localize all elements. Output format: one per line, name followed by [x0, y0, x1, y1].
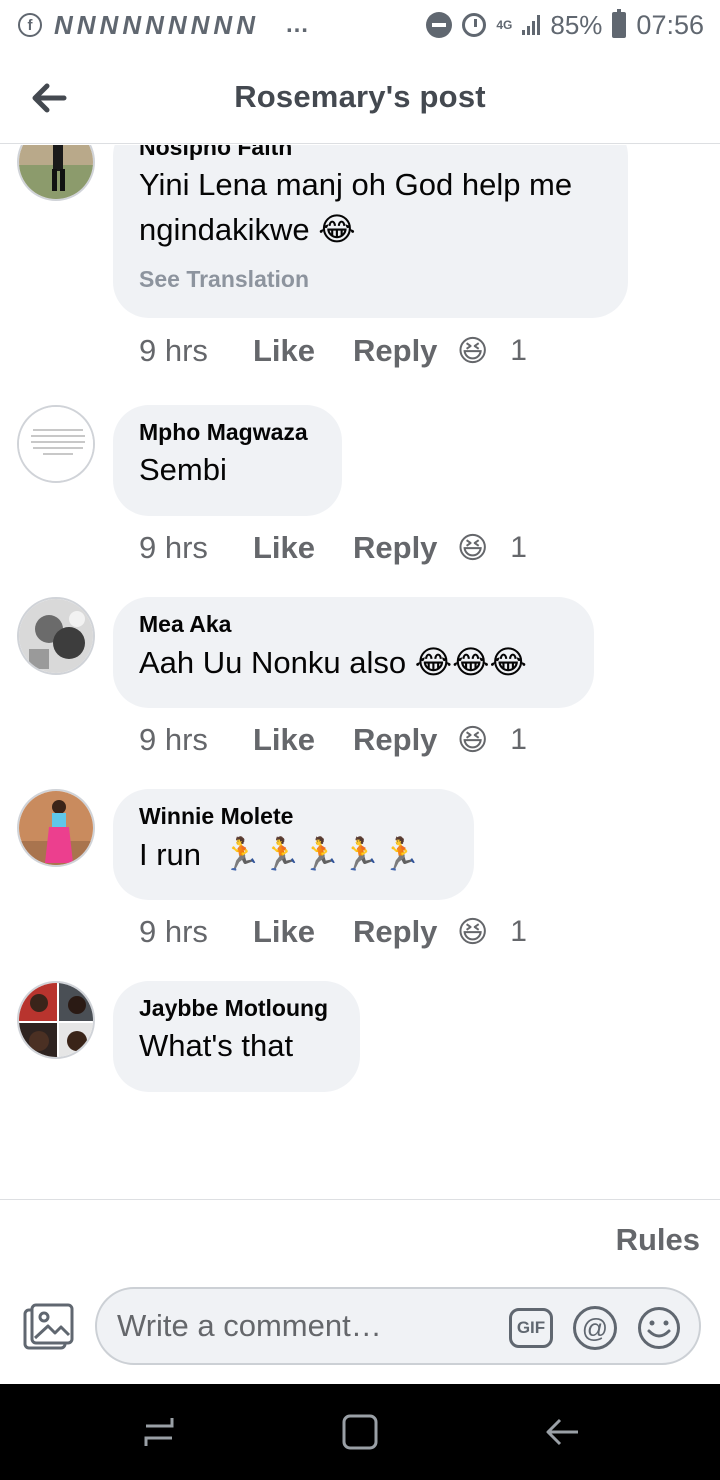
- back-icon: [546, 1418, 578, 1446]
- comment-time: 9 hrs: [139, 914, 208, 949]
- photo-icon: [23, 1303, 74, 1350]
- reply-button[interactable]: Reply: [353, 333, 457, 369]
- comment-actions: 9 hrs Like Reply 😆 1: [139, 722, 527, 758]
- facebook-notification-icon: f: [18, 13, 42, 37]
- arrow-left-icon: [32, 83, 67, 113]
- reply-button[interactable]: Reply: [353, 530, 457, 566]
- comment-text-body: Aah Uu Nonku also: [139, 645, 407, 680]
- haha-reaction-icon[interactable]: 😆: [457, 723, 488, 758]
- comment-time: 9 hrs: [139, 722, 208, 757]
- comment-input[interactable]: [117, 1308, 507, 1344]
- comment-text: What's that: [139, 1028, 294, 1063]
- status-bar: f NNNNNNNNN … 4G 85% 07:56: [0, 0, 720, 50]
- home-icon: [342, 1414, 378, 1450]
- reaction-count[interactable]: 1: [510, 723, 527, 757]
- comment-bubble[interactable]: Mea Aka Aah Uu Nonku also 😂😂😂: [113, 597, 594, 708]
- reply-button[interactable]: Reply: [353, 722, 457, 758]
- home-button[interactable]: [340, 1412, 380, 1452]
- reply-button[interactable]: Reply: [353, 914, 457, 950]
- comment-bubble[interactable]: Jaybbe Motloung What's that: [113, 981, 360, 1092]
- do-not-disturb-icon: [426, 12, 453, 38]
- avatar[interactable]: [17, 597, 95, 675]
- status-bar-system: 4G 85% 07:56: [426, 9, 704, 41]
- comment-actions: 9 hrs Like Reply 😆 1: [139, 333, 527, 369]
- back-nav-button[interactable]: [542, 1412, 582, 1452]
- avatar[interactable]: [17, 145, 95, 201]
- reaction-count[interactable]: 1: [510, 334, 527, 368]
- like-button[interactable]: Like: [253, 530, 353, 566]
- system-navigation-bar: [0, 1384, 720, 1480]
- comment-bubble[interactable]: Winnie Molete I run 🏃🏃🏃🏃🏃: [113, 789, 474, 900]
- comment-text: I run 🏃🏃🏃🏃🏃: [139, 832, 448, 877]
- avatar[interactable]: [17, 789, 95, 867]
- avatar[interactable]: [17, 405, 95, 483]
- like-button[interactable]: Like: [253, 333, 353, 369]
- emoji-button[interactable]: [637, 1306, 681, 1350]
- mention-button[interactable]: @: [573, 1306, 617, 1350]
- signal-icon: [522, 15, 541, 35]
- more-notifications-icon: …: [285, 11, 310, 38]
- status-bar-notifications: f NNNNNNNNN …: [18, 10, 310, 41]
- reaction-count[interactable]: 1: [510, 531, 527, 565]
- like-button[interactable]: Like: [253, 914, 353, 950]
- comment-text: Aah Uu Nonku also 😂😂😂: [139, 640, 568, 685]
- haha-reaction-icon[interactable]: 😆: [457, 531, 488, 566]
- comment-text-body: I run: [139, 837, 202, 872]
- rules-link[interactable]: Rules: [616, 1222, 700, 1258]
- comment-time: 9 hrs: [139, 333, 208, 368]
- battery-percent: 85%: [550, 9, 603, 40]
- page-title: Rosemary's post: [234, 78, 486, 114]
- gif-button[interactable]: GIF: [509, 1308, 553, 1348]
- face-with-tears-of-joy-icon: 😂: [318, 211, 356, 247]
- smiley-icon: [638, 1307, 680, 1349]
- avatar[interactable]: [17, 981, 95, 1059]
- comment-author[interactable]: Nosipho Faith: [139, 145, 602, 161]
- comment-bubble[interactable]: Mpho Magwaza Sembi: [113, 405, 342, 516]
- comment-author[interactable]: Jaybbe Motloung: [139, 995, 334, 1022]
- avatar-photo: [19, 791, 93, 865]
- comment-text: Yini Lena manj oh God help me ngindakikw…: [139, 163, 602, 252]
- avatar-photo: [19, 407, 93, 481]
- back-button[interactable]: [28, 78, 68, 118]
- recent-apps-button[interactable]: [140, 1412, 180, 1452]
- clock: 07:56: [636, 9, 704, 40]
- comment-text: Sembi: [139, 452, 227, 487]
- comments-list[interactable]: Nosipho Faith Yini Lena manj oh God help…: [0, 145, 720, 1199]
- recent-apps-icon: [144, 1418, 174, 1446]
- comment-author[interactable]: Mea Aka: [139, 611, 568, 638]
- comment-author[interactable]: Mpho Magwaza: [139, 419, 316, 446]
- avatar-photo: [19, 983, 93, 1057]
- comment-composer[interactable]: GIF @: [95, 1287, 701, 1365]
- notification-icons: NNNNNNNNN: [54, 9, 259, 40]
- comment-time: 9 hrs: [139, 530, 208, 565]
- avatar-photo: [19, 599, 93, 673]
- battery-icon: [612, 9, 627, 38]
- header: Rosemary's post: [0, 50, 720, 144]
- network-type: 4G: [496, 18, 513, 32]
- alarm-icon: [462, 13, 487, 37]
- face-with-tears-of-joy-icon: 😂😂😂: [414, 644, 527, 680]
- reaction-count[interactable]: 1: [510, 915, 527, 949]
- haha-reaction-icon[interactable]: 😆: [457, 334, 488, 369]
- haha-reaction-icon[interactable]: 😆: [457, 915, 488, 950]
- comment-actions: 9 hrs Like Reply 😆 1: [139, 530, 527, 566]
- comment-bubble[interactable]: Nosipho Faith Yini Lena manj oh God help…: [113, 145, 628, 318]
- comment-author[interactable]: Winnie Molete: [139, 803, 448, 830]
- person-running-icon: 🏃🏃🏃🏃🏃: [221, 836, 421, 872]
- photo-button[interactable]: [22, 1302, 74, 1352]
- like-button[interactable]: Like: [253, 722, 353, 758]
- comment-actions: 9 hrs Like Reply 😆 1: [139, 914, 527, 950]
- avatar-photo: [19, 145, 93, 199]
- composer-tools: GIF @: [509, 1306, 681, 1350]
- footer-divider: [0, 1199, 720, 1200]
- see-translation-link[interactable]: See Translation: [139, 266, 602, 293]
